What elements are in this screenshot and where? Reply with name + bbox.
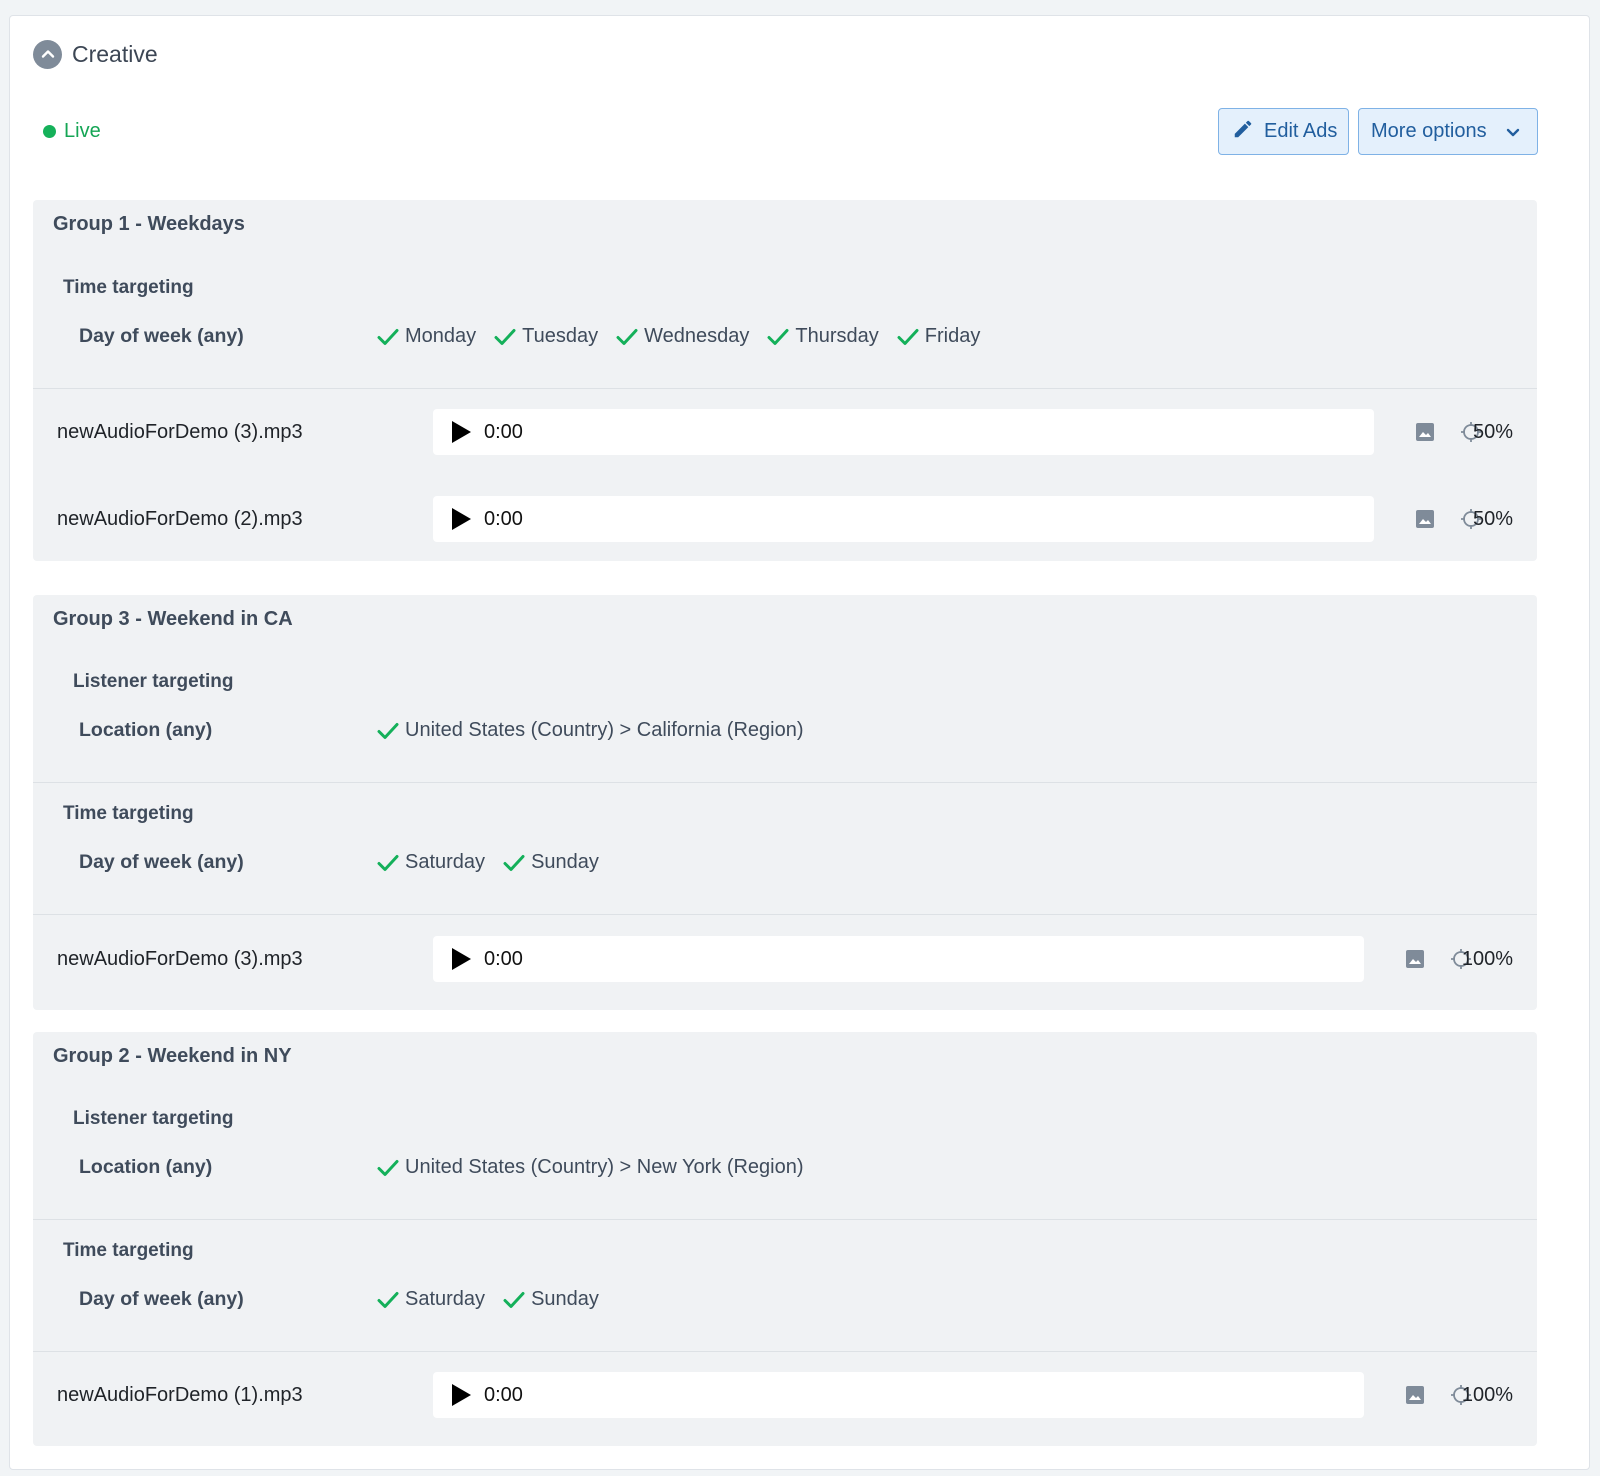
audio-time: 0:00 — [484, 420, 523, 443]
play-icon[interactable] — [450, 507, 472, 531]
group-title: Group 3 - Weekend in CA — [53, 608, 293, 630]
ad-group: Group 2 - Weekend in NY Listener targeti… — [33, 1032, 1537, 1446]
location-values: United States (Country) > New York (Regi… — [377, 1156, 822, 1179]
location-label: Location (any) — [79, 719, 213, 741]
location-label: Location (any) — [79, 1156, 213, 1178]
location-values: United States (Country) > California (Re… — [377, 719, 822, 742]
audio-player[interactable]: 0:00 — [433, 936, 1364, 982]
day-of-week-values: Saturday Sunday — [377, 1288, 617, 1311]
check-icon — [616, 327, 638, 347]
ad-file-name: newAudioForDemo (1).mp3 — [57, 1384, 303, 1406]
ad-file-name: newAudioForDemo (3).mp3 — [57, 421, 303, 443]
check-icon — [377, 1290, 399, 1310]
creative-panel: Creative Live Edit Ads More options Grou… — [9, 15, 1590, 1470]
chevron-down-icon — [1505, 124, 1521, 140]
day-value: Thursday — [767, 325, 879, 348]
ad-percent: 100% — [1461, 1384, 1513, 1406]
location-label-text: United States (Country) > California (Re… — [405, 719, 804, 741]
day-value: Sunday — [503, 851, 599, 874]
divider — [33, 782, 1537, 783]
time-targeting-title: Time targeting — [63, 1240, 194, 1261]
day-label: Saturday — [405, 1288, 486, 1310]
check-icon — [503, 1290, 525, 1310]
location-value: United States (Country) > New York (Regi… — [377, 1156, 804, 1179]
check-icon — [377, 721, 399, 741]
edit-ads-label: Edit Ads — [1264, 120, 1338, 142]
ad-percent: 50% — [1472, 508, 1513, 530]
check-icon — [377, 327, 399, 347]
ad-percent: 50% — [1472, 421, 1513, 443]
day-label: Thursday — [795, 325, 879, 347]
day-value: Friday — [897, 325, 981, 348]
section-header: Creative — [33, 39, 158, 69]
listener-targeting-title: Listener targeting — [73, 671, 234, 692]
ad-percent: 100% — [1461, 948, 1513, 970]
audio-player[interactable]: 0:00 — [433, 409, 1374, 455]
edit-ads-button[interactable]: Edit Ads — [1218, 108, 1349, 155]
divider — [33, 1351, 1537, 1352]
divider — [33, 388, 1537, 389]
audio-player[interactable]: 0:00 — [433, 496, 1374, 542]
image-icon[interactable] — [1405, 1385, 1425, 1405]
day-label: Friday — [924, 325, 981, 347]
image-icon[interactable] — [1405, 949, 1425, 969]
day-label: Sunday — [531, 851, 599, 873]
image-icon[interactable] — [1415, 422, 1435, 442]
audio-time: 0:00 — [484, 947, 523, 970]
time-targeting-title: Time targeting — [63, 803, 194, 824]
image-icon[interactable] — [1415, 509, 1435, 529]
section-title: Creative — [72, 40, 158, 67]
day-value: Saturday — [377, 1288, 485, 1311]
listener-targeting-title: Listener targeting — [73, 1108, 234, 1129]
status-indicator: Live — [43, 120, 101, 143]
location-label-text: United States (Country) > New York (Regi… — [405, 1156, 804, 1178]
day-of-week-values: Monday Tuesday Wednesday Thursday Friday — [377, 325, 998, 348]
day-label: Monday — [405, 325, 477, 347]
day-label: Sunday — [531, 1288, 599, 1310]
chevron-up-icon[interactable] — [33, 39, 62, 69]
status-label: Live — [64, 120, 101, 142]
play-icon[interactable] — [450, 1383, 472, 1407]
day-value: Wednesday — [616, 325, 749, 348]
ad-file-name: newAudioForDemo (2).mp3 — [57, 508, 303, 530]
audio-player[interactable]: 0:00 — [433, 1372, 1364, 1418]
day-of-week-label: Day of week (any) — [79, 851, 244, 873]
play-icon[interactable] — [450, 947, 472, 971]
group-title: Group 1 - Weekdays — [53, 213, 245, 235]
audio-time: 0:00 — [484, 507, 523, 530]
ad-group: Group 1 - Weekdays Time targeting Day of… — [33, 200, 1537, 561]
pencil-icon — [1232, 118, 1254, 146]
day-value: Sunday — [503, 1288, 599, 1311]
ad-group: Group 3 - Weekend in CA Listener targeti… — [33, 595, 1537, 1010]
play-icon[interactable] — [450, 420, 472, 444]
day-value: Saturday — [377, 851, 485, 874]
day-value: Tuesday — [494, 325, 598, 348]
ad-file-name: newAudioForDemo (3).mp3 — [57, 948, 303, 970]
more-options-label: More options — [1371, 120, 1487, 142]
divider — [33, 914, 1537, 915]
day-of-week-values: Saturday Sunday — [377, 851, 617, 874]
more-options-button[interactable]: More options — [1358, 108, 1538, 155]
day-of-week-label: Day of week (any) — [79, 1288, 244, 1310]
check-icon — [767, 327, 789, 347]
check-icon — [503, 853, 525, 873]
status-dot — [43, 125, 56, 138]
check-icon — [897, 327, 919, 347]
check-icon — [377, 853, 399, 873]
day-label: Wednesday — [644, 325, 750, 347]
check-icon — [377, 1158, 399, 1178]
divider — [33, 1219, 1537, 1220]
day-of-week-label: Day of week (any) — [79, 325, 244, 347]
group-title: Group 2 - Weekend in NY — [53, 1045, 292, 1067]
audio-time: 0:00 — [484, 1383, 523, 1406]
location-value: United States (Country) > California (Re… — [377, 719, 804, 742]
day-value: Monday — [377, 325, 476, 348]
time-targeting-title: Time targeting — [63, 277, 194, 298]
day-label: Tuesday — [522, 325, 599, 347]
check-icon — [494, 327, 516, 347]
day-label: Saturday — [405, 851, 486, 873]
